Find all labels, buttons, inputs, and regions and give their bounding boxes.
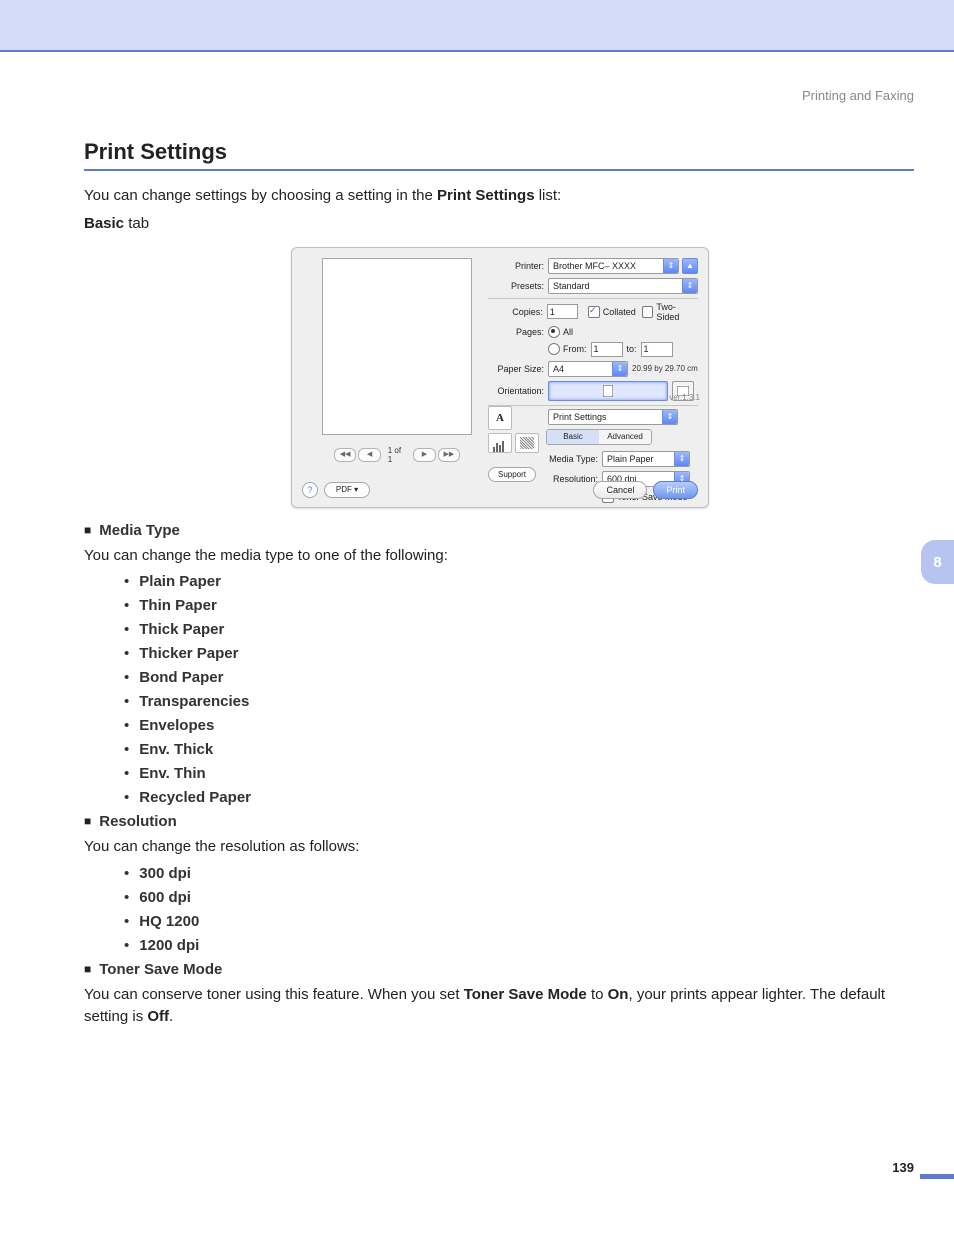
intro-post: list: (535, 187, 562, 204)
pages-to-label: to: (627, 344, 637, 354)
basic-tab-post: tab (124, 215, 149, 232)
printer-info-button[interactable]: ▲ (682, 258, 698, 274)
dropdown-arrows-icon: ⇕ (682, 279, 697, 293)
collated-label: Collated (603, 307, 636, 317)
media-type-label: Media Type: (538, 454, 598, 464)
papersize-value: A4 (553, 364, 564, 374)
list-item: Thicker Paper (124, 645, 914, 662)
page-number-bar (920, 1174, 954, 1179)
list-item: Env. Thin (124, 765, 914, 782)
orientation-portrait-button[interactable] (548, 381, 668, 401)
papersize-dims: 20.99 by 29.70 cm (632, 364, 698, 373)
header-band (0, 0, 954, 52)
page-preview (322, 258, 472, 435)
preview-nav: ◀◀ ◀ 1 of 1 ▶ ▶▶ (333, 448, 461, 462)
nav-page-label: 1 of 1 (388, 446, 407, 464)
list-item: Plain Paper (124, 573, 914, 590)
list-item: Recycled Paper (124, 789, 914, 806)
presets-label: Presets: (488, 281, 544, 291)
presets-select[interactable]: Standard ⇕ (548, 278, 698, 294)
list-item: 600 dpi (124, 889, 914, 906)
list-item: 300 dpi (124, 865, 914, 882)
settings-tabs: Basic Advanced (546, 429, 652, 445)
print-button[interactable]: Print (653, 481, 698, 499)
collated-checkbox[interactable] (588, 306, 600, 318)
nav-last-button[interactable]: ▶▶ (438, 448, 460, 462)
papersize-label: Paper Size: (488, 364, 544, 374)
list-item: Thin Paper (124, 597, 914, 614)
resolution-list: 300 dpi 600 dpi HQ 1200 1200 dpi (124, 865, 914, 954)
media-type-heading: Media Type (84, 522, 914, 539)
pages-range-radio[interactable] (548, 343, 560, 355)
media-type-list: Plain Paper Thin Paper Thick Paper Thicker … (124, 573, 914, 806)
version-label: ver.1.3.1 (669, 393, 700, 402)
media-type-value: Plain Paper (607, 454, 654, 464)
resolution-desc: You can change the resolution as follows… (84, 836, 914, 858)
intro-bold: Print Settings (437, 187, 535, 204)
support-button[interactable]: Support (488, 467, 536, 482)
dropdown-arrows-icon: ⇕ (612, 362, 627, 376)
page-number: 139 (892, 1160, 914, 1175)
toner-text-4: On (608, 986, 629, 1003)
pages-all-label: All (563, 327, 573, 337)
list-item: Envelopes (124, 717, 914, 734)
two-sided-label: Two-Sided (656, 302, 698, 322)
list-item: Transparencies (124, 693, 914, 710)
basic-tab-label: Basic tab (84, 213, 914, 235)
toner-save-desc: You can conserve toner using this featur… (84, 984, 914, 1028)
pages-from-label: From: (563, 344, 587, 354)
copies-label: Copies: (488, 307, 543, 317)
toner-text-6: Off (147, 1008, 169, 1025)
breadcrumb: Printing and Faxing (802, 88, 914, 103)
presets-value: Standard (553, 281, 590, 291)
list-item: 1200 dpi (124, 937, 914, 954)
toner-text-3: to (587, 986, 608, 1003)
pages-label: Pages: (488, 327, 544, 337)
nav-first-button[interactable]: ◀◀ (334, 448, 356, 462)
layout-preview-icon: A (488, 406, 512, 430)
intro-text: You can change settings by choosing a se… (84, 185, 914, 207)
dropdown-arrows-icon: ⇕ (674, 452, 689, 466)
pdf-menu-button[interactable]: PDF ▾ (324, 482, 370, 498)
printer-value: Brother MFC– XXXX (553, 261, 636, 271)
chapter-tab: 8 (921, 540, 954, 584)
dropdown-arrows-icon: ⇕ (663, 259, 678, 273)
dropdown-arrows-icon: ⇕ (662, 410, 677, 424)
media-type-desc: You can change the media type to one of … (84, 545, 914, 567)
pages-to-field[interactable]: 1 (641, 342, 673, 357)
toner-save-heading: Toner Save Mode (84, 961, 914, 978)
halftone-icon (515, 433, 539, 453)
copies-field[interactable]: 1 (547, 304, 578, 319)
panel-name: Print Settings (553, 412, 607, 422)
panel-select[interactable]: Print Settings ⇕ (548, 409, 678, 425)
page-title: Print Settings (84, 139, 914, 165)
papersize-select[interactable]: A4 ⇕ (548, 361, 628, 377)
tab-advanced[interactable]: Advanced (599, 430, 651, 444)
media-type-select[interactable]: Plain Paper ⇕ (602, 451, 690, 467)
print-dialog-screenshot: ◀◀ ◀ 1 of 1 ▶ ▶▶ Printer: Brother MFC– X… (291, 247, 707, 508)
toner-text-7: . (169, 1008, 173, 1025)
pages-all-radio[interactable] (548, 326, 560, 338)
intro-pre: You can change settings by choosing a se… (84, 187, 437, 204)
tab-basic[interactable]: Basic (547, 430, 599, 444)
orientation-label: Orientation: (488, 386, 544, 396)
list-item: Bond Paper (124, 669, 914, 686)
section-rule (84, 169, 914, 171)
pages-from-field[interactable]: 1 (591, 342, 623, 357)
toner-text-1: You can conserve toner using this featur… (84, 986, 464, 1003)
nav-prev-button[interactable]: ◀ (358, 448, 380, 462)
list-item: Env. Thick (124, 741, 914, 758)
printer-select[interactable]: Brother MFC– XXXX ⇕ (548, 258, 679, 274)
cancel-button[interactable]: Cancel (593, 481, 647, 499)
resolution-heading: Resolution (84, 813, 914, 830)
nav-next-button[interactable]: ▶ (413, 448, 435, 462)
list-item: Thick Paper (124, 621, 914, 638)
two-sided-checkbox[interactable] (642, 306, 654, 318)
chart-icon (488, 433, 512, 453)
toner-text-2: Toner Save Mode (464, 986, 587, 1003)
basic-tab-bold: Basic (84, 215, 124, 232)
list-item: HQ 1200 (124, 913, 914, 930)
help-button[interactable]: ? (302, 482, 318, 498)
printer-label: Printer: (488, 261, 544, 271)
